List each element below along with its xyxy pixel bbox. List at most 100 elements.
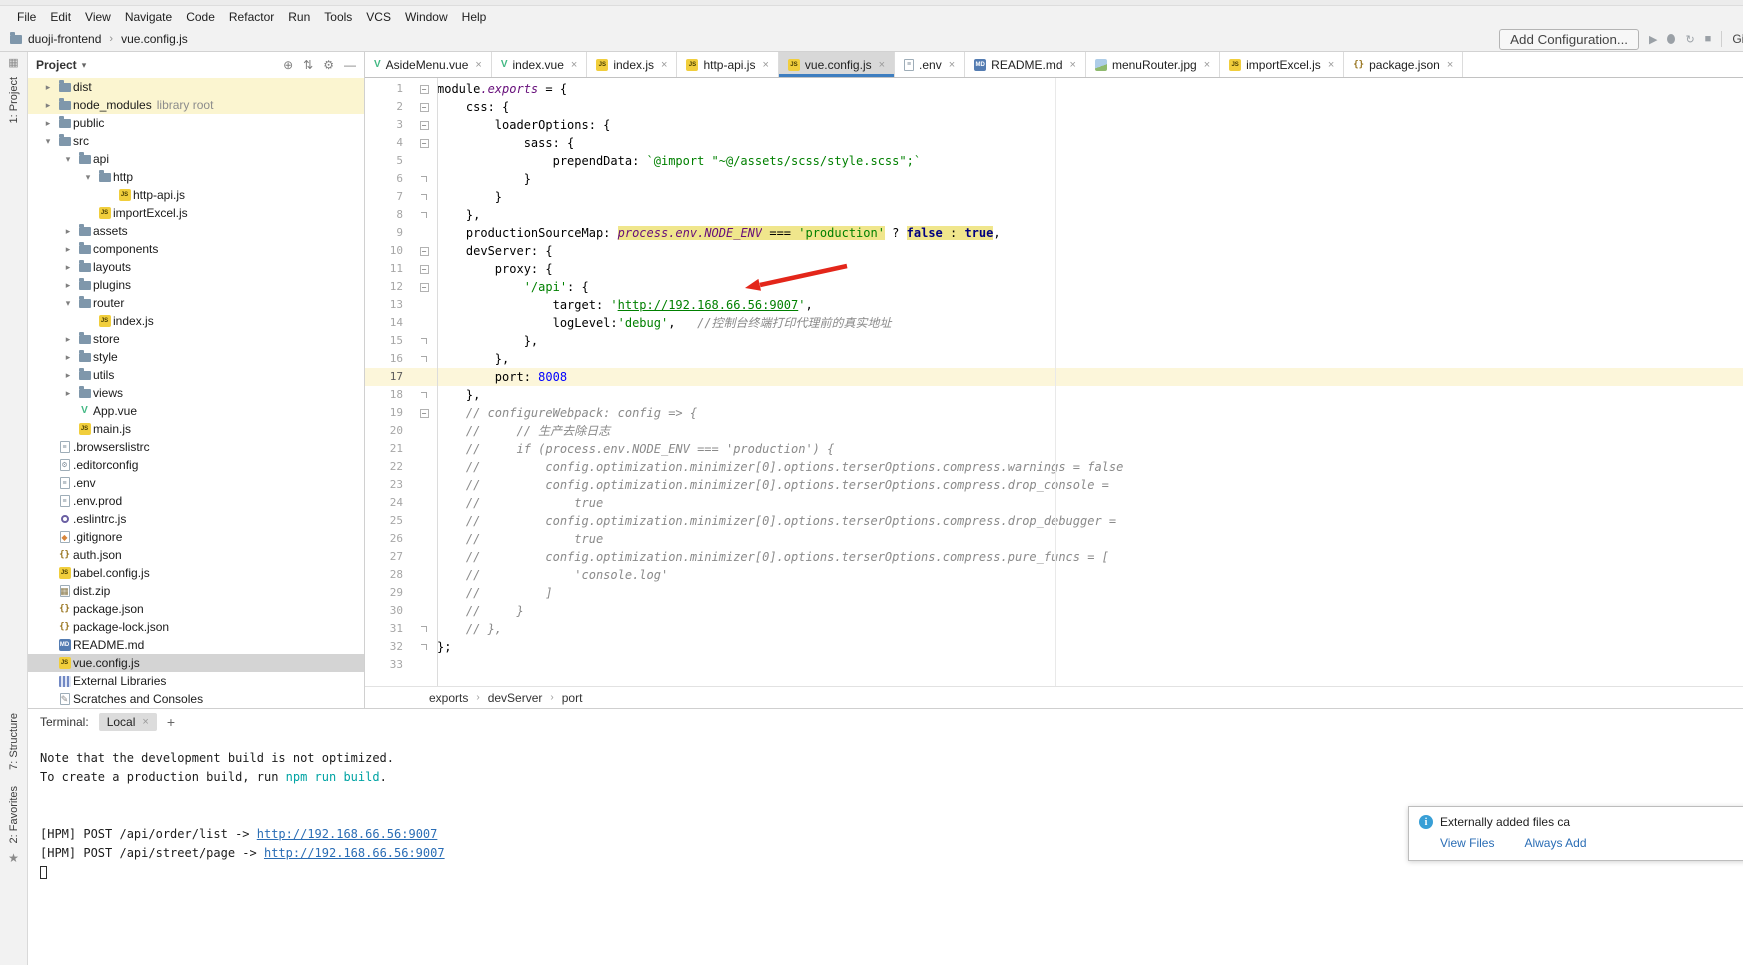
menu-run[interactable]: Run (281, 8, 317, 26)
hide-icon[interactable]: — (344, 58, 356, 72)
tree-item-package-json[interactable]: {}package.json (28, 600, 364, 618)
tree-item-utils[interactable]: ▸utils (28, 366, 364, 384)
close-icon[interactable]: × (949, 59, 955, 71)
collapse-all-icon[interactable]: ⇅ (303, 58, 313, 72)
menu-vcs[interactable]: VCS (359, 8, 398, 26)
fold-end-icon[interactable] (421, 356, 427, 362)
code-line-28[interactable]: 28 // 'console.log' (365, 566, 1743, 584)
tree-item-external-libraries[interactable]: External Libraries (28, 672, 364, 690)
stripe-favorites-button[interactable]: 2: Favorites (8, 786, 20, 843)
code-line-23[interactable]: 23 // config.optimization.minimizer[0].o… (365, 476, 1743, 494)
notification-link-view-files[interactable]: View Files (1440, 836, 1494, 850)
menu-help[interactable]: Help (455, 8, 494, 26)
tree-item-readme-md[interactable]: MDREADME.md (28, 636, 364, 654)
fold-marker-icon[interactable] (411, 392, 437, 398)
tree-item--gitignore[interactable]: ◆.gitignore (28, 528, 364, 546)
code-line-5[interactable]: 5 prependData: `@import "~@/assets/scss/… (365, 152, 1743, 170)
favorites-star-icon[interactable]: ★ (8, 851, 19, 865)
new-terminal-button[interactable]: + (167, 714, 175, 730)
code-line-15[interactable]: 15 }, (365, 332, 1743, 350)
code-line-29[interactable]: 29 // ] (365, 584, 1743, 602)
tree-item-layouts[interactable]: ▸layouts (28, 258, 364, 276)
close-icon[interactable]: × (661, 59, 667, 71)
code-line-11[interactable]: 11− proxy: { (365, 260, 1743, 278)
code-line-19[interactable]: 19− // configureWebpack: config => { (365, 404, 1743, 422)
editor-tab-asidemenu-vue[interactable]: VAsideMenu.vue× (365, 52, 492, 77)
tree-item-router[interactable]: ▾router (28, 294, 364, 312)
breadcrumb-file[interactable]: vue.config.js (121, 32, 188, 46)
code-editor[interactable]: 1−module.exports = {2− css: {3− loaderOp… (365, 78, 1743, 686)
close-icon[interactable]: × (1070, 59, 1076, 71)
menu-tools[interactable]: Tools (317, 8, 359, 26)
fold-marker-icon[interactable] (411, 338, 437, 344)
proxy-target-link[interactable]: http://192.168.66.56:9007 (257, 827, 438, 841)
code-line-25[interactable]: 25 // config.optimization.minimizer[0].o… (365, 512, 1743, 530)
chevron-right-icon[interactable]: ▸ (60, 334, 76, 345)
code-line-31[interactable]: 31 // }, (365, 620, 1743, 638)
tree-item-http-api-js[interactable]: JShttp-api.js (28, 186, 364, 204)
tree-item-dist-zip[interactable]: ▦dist.zip (28, 582, 364, 600)
close-icon[interactable]: × (1447, 59, 1453, 71)
code-line-12[interactable]: 12− '/api': { (365, 278, 1743, 296)
code-line-4[interactable]: 4− sass: { (365, 134, 1743, 152)
chevron-down-icon[interactable]: ▾ (60, 298, 76, 309)
fold-marker-icon[interactable] (411, 176, 437, 182)
code-line-33[interactable]: 33 (365, 656, 1743, 674)
code-line-14[interactable]: 14 logLevel:'debug', //控制台终端打印代理前的真实地址 (365, 314, 1743, 332)
tree-item-dist[interactable]: ▸dist (28, 78, 364, 96)
tree-item--env[interactable]: ≡.env (28, 474, 364, 492)
menu-file[interactable]: File (10, 8, 43, 26)
editor-tab-menurouter-jpg[interactable]: menuRouter.jpg× (1086, 52, 1220, 77)
editor-tab-importexcel-js[interactable]: JSimportExcel.js× (1220, 52, 1344, 77)
fold-end-icon[interactable] (421, 338, 427, 344)
close-icon[interactable]: × (142, 716, 148, 728)
fold-end-icon[interactable] (421, 392, 427, 398)
chevron-right-icon[interactable]: ▸ (40, 118, 56, 129)
chevron-right-icon[interactable]: ▸ (60, 280, 76, 291)
stop-icon[interactable]: ■ (1705, 33, 1712, 45)
breadcrumb-exports[interactable]: exports (429, 691, 468, 705)
code-line-2[interactable]: 2− css: { (365, 98, 1743, 116)
tree-item-auth-json[interactable]: {}auth.json (28, 546, 364, 564)
fold-marker-icon[interactable] (411, 626, 437, 632)
fold-marker-icon[interactable]: − (411, 121, 437, 130)
stripe-project-button[interactable]: 1: Project (8, 77, 20, 123)
code-line-7[interactable]: 7 } (365, 188, 1743, 206)
proxy-target-link[interactable]: http://192.168.66.56:9007 (264, 846, 445, 860)
code-line-27[interactable]: 27 // config.optimization.minimizer[0].o… (365, 548, 1743, 566)
fold-marker-icon[interactable]: − (411, 139, 437, 148)
tree-item--env-prod[interactable]: ≡.env.prod (28, 492, 364, 510)
tree-item-api[interactable]: ▾api (28, 150, 364, 168)
tree-item-components[interactable]: ▸components (28, 240, 364, 258)
tree-item-main-js[interactable]: JSmain.js (28, 420, 364, 438)
chevron-right-icon[interactable]: ▸ (60, 370, 76, 381)
tree-item-plugins[interactable]: ▸plugins (28, 276, 364, 294)
chevron-down-icon[interactable]: ▾ (82, 60, 87, 71)
fold-end-icon[interactable] (421, 212, 427, 218)
fold-collapse-icon[interactable]: − (420, 283, 429, 292)
editor-tab-http-api-js[interactable]: JShttp-api.js× (677, 52, 778, 77)
chevron-down-icon[interactable]: ▾ (80, 172, 96, 183)
add-configuration-button[interactable]: Add Configuration... (1499, 29, 1639, 50)
run-icon[interactable]: ▶ (1649, 33, 1657, 46)
code-line-21[interactable]: 21 // if (process.env.NODE_ENV === 'prod… (365, 440, 1743, 458)
terminal-tab-local[interactable]: Local × (99, 713, 157, 731)
tree-item-node-modules[interactable]: ▸node_moduleslibrary root (28, 96, 364, 114)
tree-item--editorconfig[interactable]: ⚙.editorconfig (28, 456, 364, 474)
locate-icon[interactable]: ⊕ (283, 58, 293, 72)
tree-item-views[interactable]: ▸views (28, 384, 364, 402)
editor-tab-index-vue[interactable]: Vindex.vue× (492, 52, 587, 77)
code-line-8[interactable]: 8 }, (365, 206, 1743, 224)
fold-marker-icon[interactable] (411, 194, 437, 200)
fold-marker-icon[interactable]: − (411, 247, 437, 256)
fold-marker-icon[interactable]: − (411, 103, 437, 112)
close-icon[interactable]: × (1328, 59, 1334, 71)
project-panel-title[interactable]: Project (36, 58, 77, 72)
fold-marker-icon[interactable]: − (411, 283, 437, 292)
fold-marker-icon[interactable] (411, 356, 437, 362)
tree-item-assets[interactable]: ▸assets (28, 222, 364, 240)
tree-item-public[interactable]: ▸public (28, 114, 364, 132)
close-icon[interactable]: × (879, 59, 885, 71)
chevron-right-icon[interactable]: ▸ (60, 244, 76, 255)
tree-item-style[interactable]: ▸style (28, 348, 364, 366)
